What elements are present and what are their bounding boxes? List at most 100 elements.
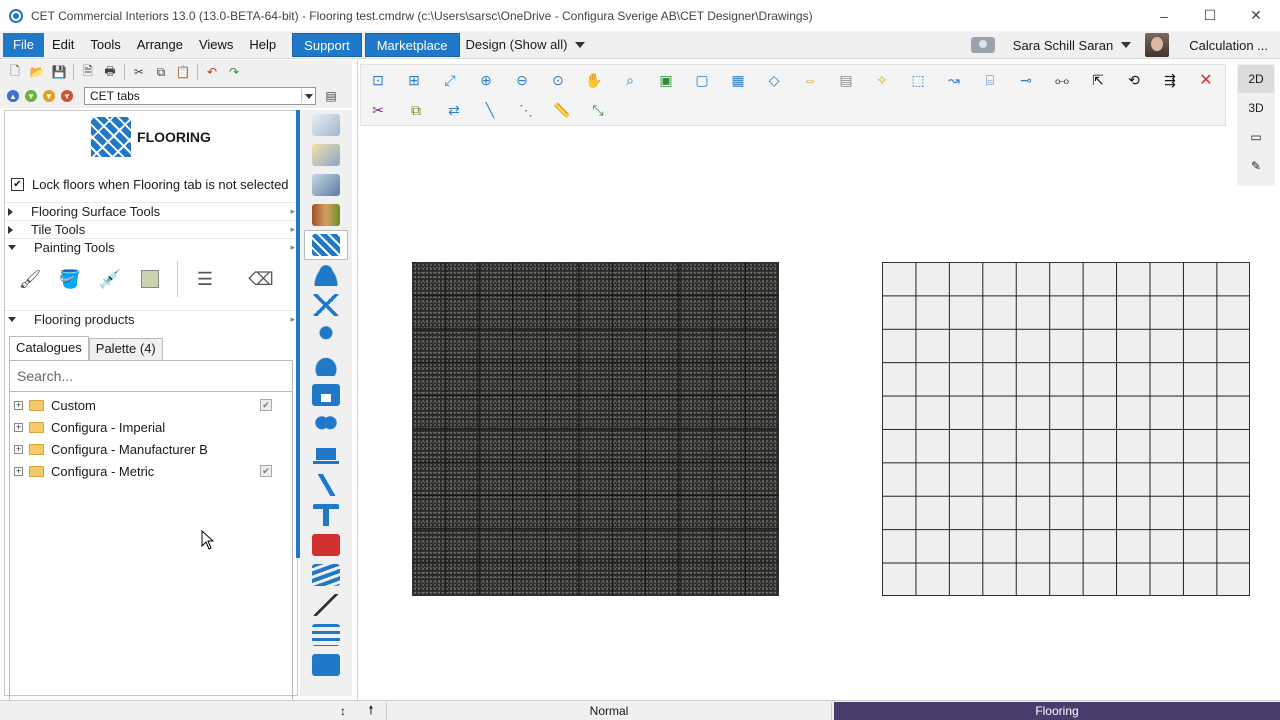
tab-measure[interactable] [304, 590, 348, 620]
menu-edit[interactable]: Edit [44, 33, 82, 57]
print-icon[interactable]: 🖶 [101, 63, 119, 81]
expand-plus-icon[interactable]: + [14, 400, 23, 410]
camera-icon[interactable] [970, 37, 995, 53]
tab-layout-icon[interactable]: ▤ [322, 87, 340, 105]
tab-materials[interactable] [304, 200, 348, 230]
catalogue-checkbox[interactable]: ✔ [260, 465, 272, 477]
close-button[interactable]: ✕ [1233, 0, 1279, 31]
arrow-down-red-icon[interactable]: ▼ [61, 90, 73, 102]
paint-bucket-icon[interactable]: 🪣 [57, 266, 83, 292]
dimension-icon[interactable]: ⤡ [587, 99, 609, 121]
tag-icon[interactable]: ◇ [763, 69, 785, 91]
tab-laptop[interactable] [304, 440, 348, 470]
tab-people[interactable] [304, 260, 348, 290]
zoom-window-icon[interactable]: ⊙ [547, 69, 569, 91]
move-copy-icon[interactable]: ⇄ [443, 99, 465, 121]
mirror-icon[interactable]: ⇔ [799, 69, 821, 91]
print-preview-icon[interactable]: 🗎 [79, 63, 97, 81]
marketplace-button[interactable]: Marketplace [364, 32, 460, 57]
expand-plus-icon[interactable]: + [14, 444, 23, 454]
expand-plus-icon[interactable]: + [14, 466, 23, 476]
menu-tools[interactable]: Tools [82, 33, 128, 57]
zoom-extents-icon[interactable]: ⤢ [439, 69, 461, 91]
tab-health[interactable] [304, 410, 348, 440]
avatar[interactable] [1145, 33, 1170, 57]
arrow-down-green-icon[interactable]: ▼ [25, 90, 37, 102]
menu-help[interactable]: Help [241, 33, 284, 57]
menu-views[interactable]: Views [191, 33, 241, 57]
zoom-one-icon[interactable]: ⊡ [367, 69, 389, 91]
tabs-select[interactable]: CET tabs [84, 87, 316, 105]
menu-file[interactable]: File [3, 32, 44, 57]
section-tile-tools[interactable]: Tile Tools ▸ [5, 220, 297, 238]
save-icon[interactable]: 💾 [50, 63, 68, 81]
pan-hand-icon[interactable]: ✋ [583, 69, 605, 91]
tab-building[interactable] [304, 170, 348, 200]
cut-icon[interactable]: ✂ [130, 63, 148, 81]
line-icon[interactable]: ╲ [479, 99, 501, 121]
tab-beams[interactable] [304, 500, 348, 530]
catalogue-item-metric[interactable]: + Configura - Metric ✔ [10, 460, 292, 482]
eyedropper-icon[interactable]: 💉 [97, 266, 123, 292]
support-button[interactable]: Support [292, 32, 362, 57]
calculation-button[interactable]: Calculation ... [1189, 38, 1268, 53]
user-name[interactable]: Sara Schill Saran [1013, 38, 1113, 53]
brush-icon[interactable]: 🖌 [17, 266, 43, 292]
maximize-button[interactable]: ☐ [1187, 0, 1233, 31]
lock-floors-row[interactable]: ✔ Lock floors when Flooring tab is not s… [5, 177, 297, 192]
new-file-icon[interactable]: 🗋 [6, 63, 24, 81]
catalogue-checkbox[interactable]: ✔ [260, 399, 272, 411]
arrow-up-icon[interactable]: ▲ [7, 90, 19, 102]
tab-tools[interactable] [304, 290, 348, 320]
expand-icon[interactable]: ⇱ [1087, 69, 1109, 91]
floor-light-tiles[interactable] [882, 262, 1250, 596]
zoom-out-icon[interactable]: ⊖ [511, 69, 533, 91]
tab-lighting[interactable] [304, 320, 348, 350]
lock-floors-checkbox[interactable]: ✔ [11, 178, 24, 191]
split-view-icon[interactable]: ▭ [1238, 123, 1274, 151]
cut-element-icon[interactable]: ✂ [367, 99, 389, 121]
section-flooring-products[interactable]: Flooring products ▸ [5, 310, 297, 328]
view-2d-button[interactable]: 2D [1238, 65, 1274, 93]
search-input[interactable]: Search... [9, 360, 293, 392]
tab-walls[interactable] [304, 110, 348, 140]
catalogue-item-manufacturer-b[interactable]: + Configura - Manufacturer B [10, 438, 292, 460]
floor-dark-tiles[interactable] [412, 262, 779, 596]
align-icon[interactable]: ⇶ [1159, 69, 1181, 91]
section-flooring-surface-tools[interactable]: Flooring Surface Tools ▸ [5, 202, 297, 220]
view-icon[interactable]: ⌕ [619, 69, 641, 91]
list-icon[interactable]: ☰ [192, 266, 218, 292]
edit-view-icon[interactable]: ✎ [1238, 152, 1274, 180]
section-painting-tools[interactable]: Painting Tools ▸ [5, 238, 297, 256]
sparkle-icon[interactable]: ✧ [871, 69, 893, 91]
select-box-icon[interactable]: ⬚ [907, 69, 929, 91]
user-menu-chevron-icon[interactable] [1121, 42, 1132, 48]
paste-icon[interactable]: 📋 [174, 63, 192, 81]
catalogue-item-imperial[interactable]: + Configura - Imperial [10, 416, 292, 438]
calendar-icon[interactable]: ▦ [727, 69, 749, 91]
tab-plumbing[interactable] [304, 350, 348, 380]
tab-palette[interactable]: Palette (4) [88, 338, 163, 360]
link-icon[interactable]: ⧟ [1051, 69, 1073, 91]
open-folder-icon[interactable]: 📂 [28, 63, 46, 81]
dash-line-icon[interactable]: ⋱ [515, 99, 537, 121]
frame-icon[interactable]: ▢ [691, 69, 713, 91]
minimize-button[interactable]: – [1141, 0, 1187, 31]
resize-vertical-icon[interactable]: ↕ [334, 702, 352, 720]
menu-arrange[interactable]: Arrange [129, 33, 191, 57]
lasso-icon[interactable]: ↝ [943, 69, 965, 91]
rotate-icon[interactable]: ⟲ [1123, 69, 1145, 91]
copy-icon[interactable]: ⧉ [152, 63, 170, 81]
tab-flooring[interactable] [304, 230, 348, 260]
catalogue-item-custom[interactable]: + Custom ✔ [10, 394, 292, 416]
group-icon[interactable]: ⧉ [403, 99, 429, 121]
tab-drawing-tools[interactable] [304, 140, 348, 170]
design-dropdown[interactable]: Design (Show all) [466, 33, 586, 57]
image-icon[interactable]: ▣ [655, 69, 677, 91]
tab-robot-arm[interactable] [304, 470, 348, 500]
redo-icon[interactable]: ↷ [225, 63, 243, 81]
arrow-down-orange-icon[interactable]: ▼ [43, 90, 55, 102]
eraser-icon[interactable]: ⌫ [248, 266, 274, 292]
tab-fire[interactable] [304, 650, 348, 680]
connect-icon[interactable]: ⊸ [1015, 69, 1037, 91]
